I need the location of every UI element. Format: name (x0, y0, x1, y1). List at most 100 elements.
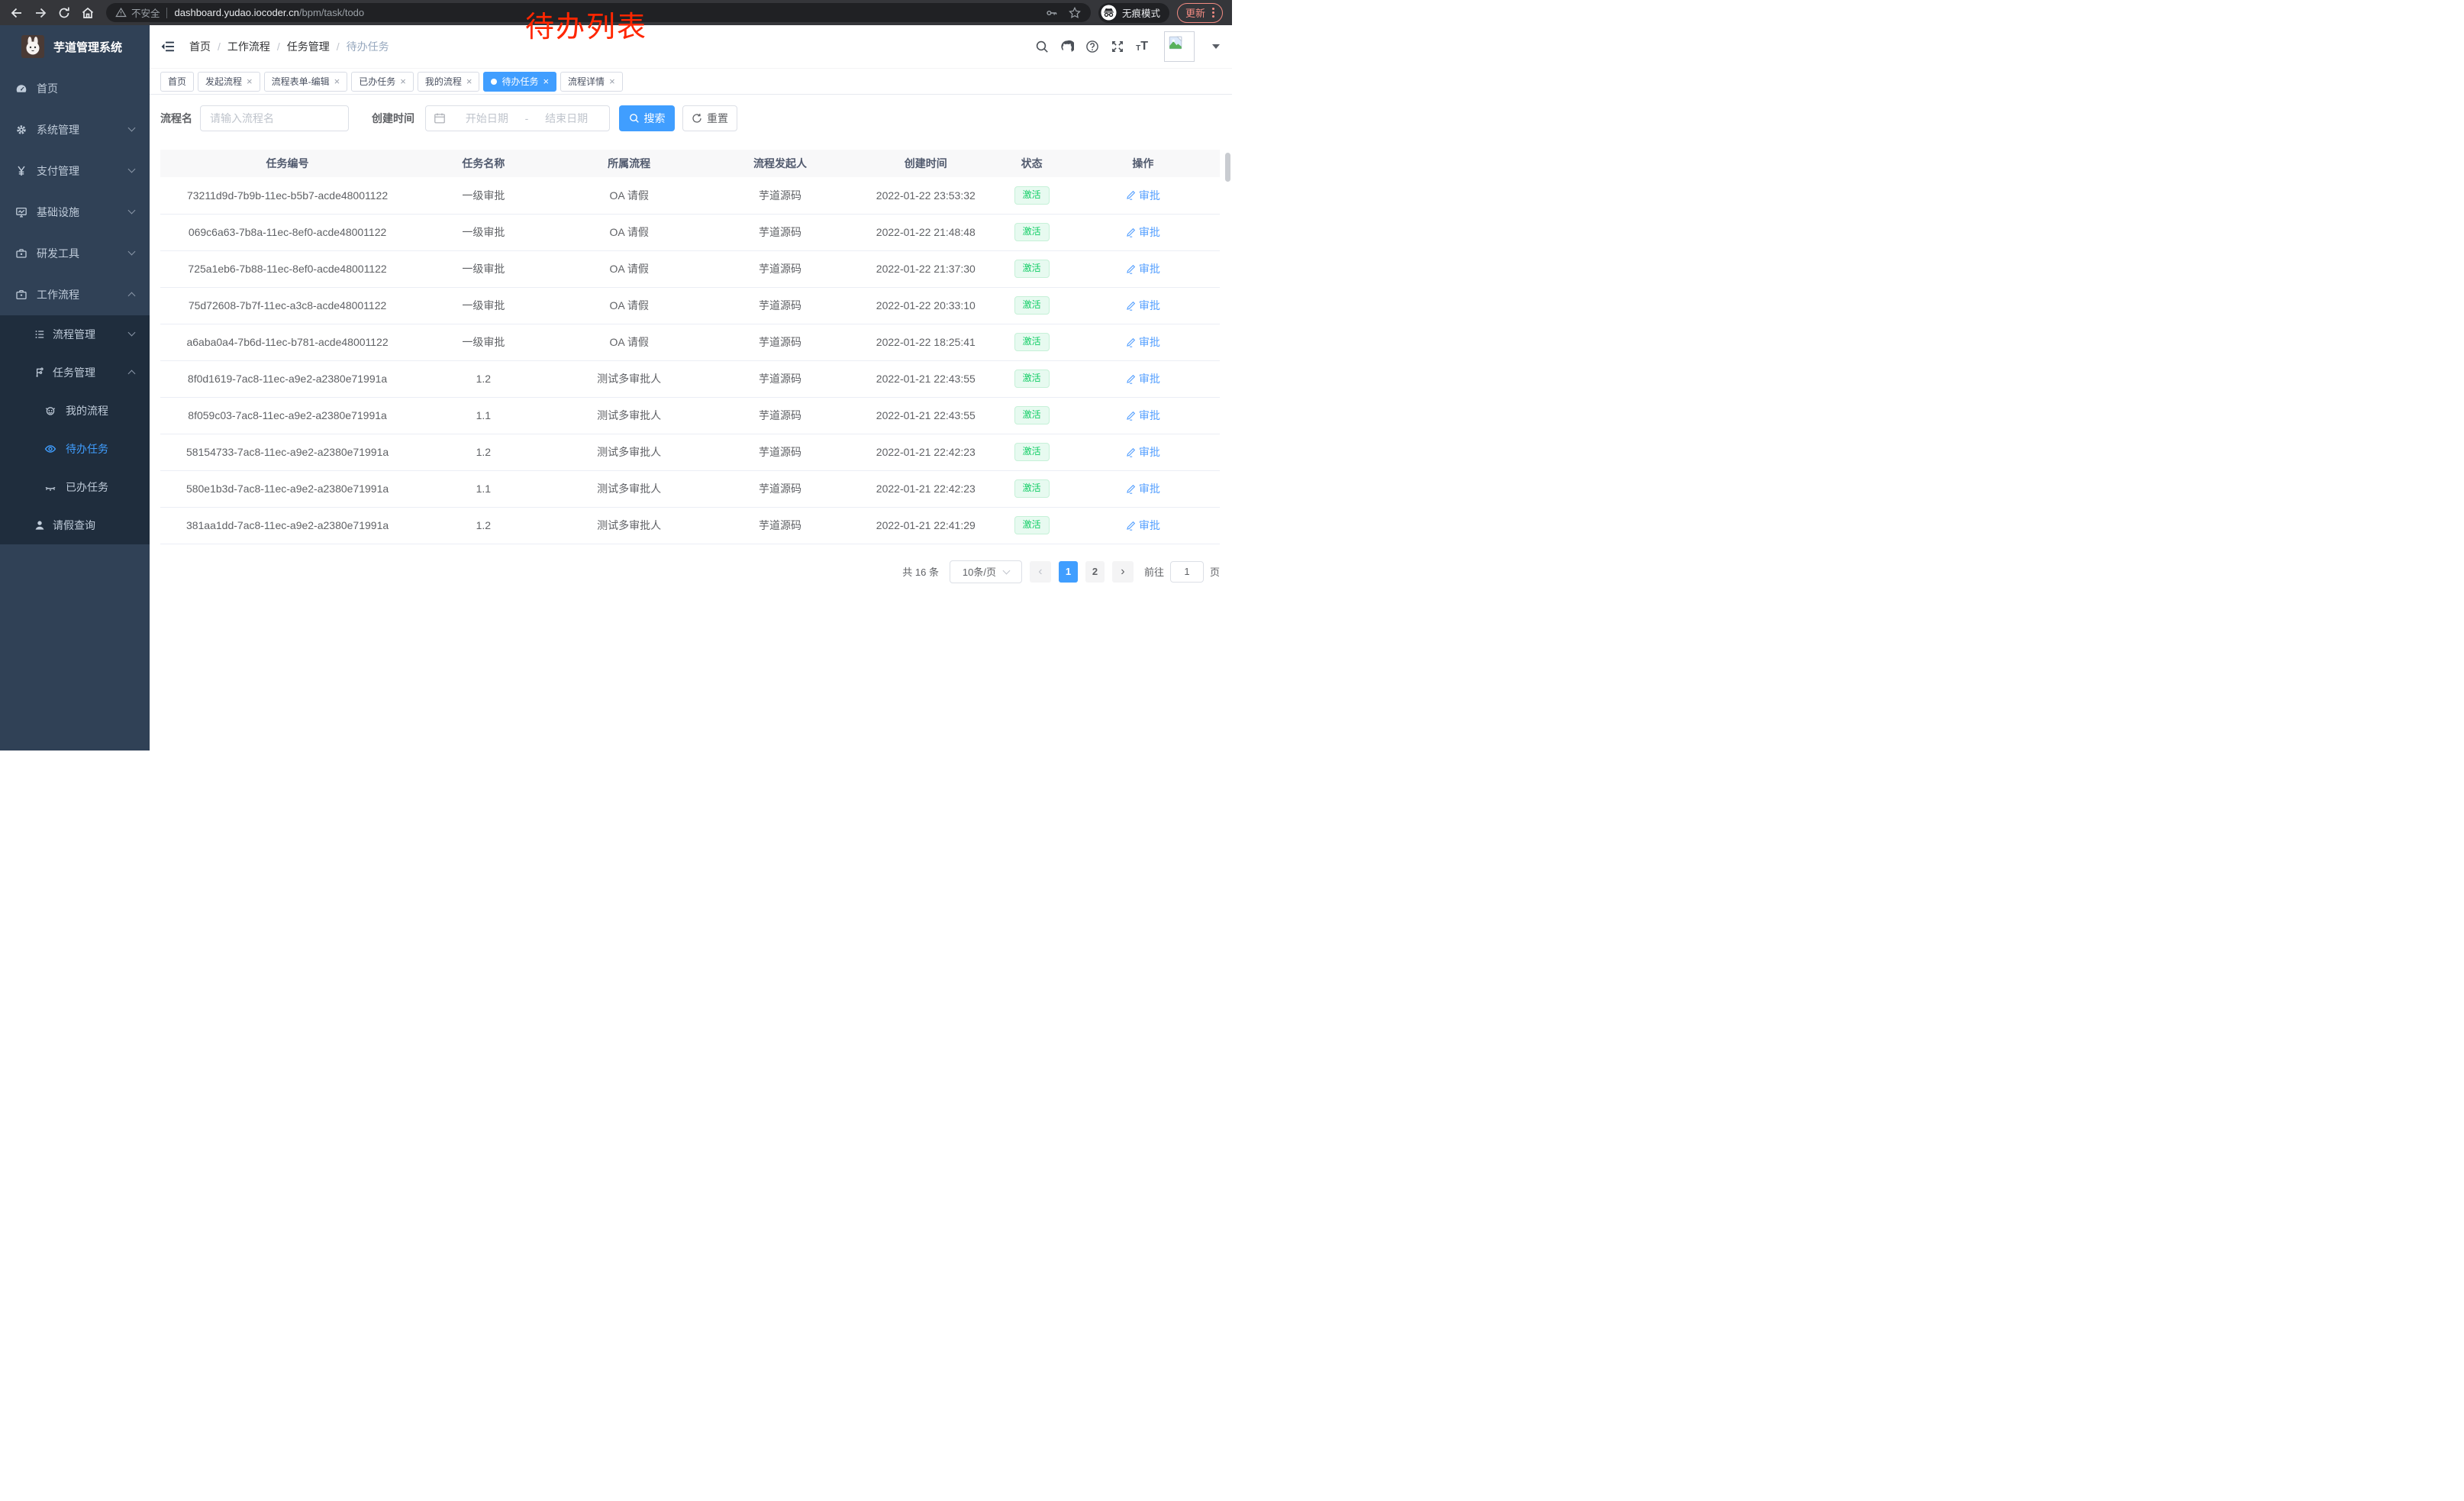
approve-link[interactable]: 审批 (1126, 298, 1160, 313)
page-size-select[interactable]: 10条/页 (950, 560, 1022, 583)
update-label[interactable]: 更新 (1185, 5, 1205, 20)
approve-link[interactable]: 审批 (1126, 188, 1160, 203)
reload-icon[interactable] (56, 5, 72, 21)
sidebar-item-process-management[interactable]: 流程管理 (0, 315, 150, 353)
status-badge: 激活 (1014, 479, 1050, 498)
cell-process: OA 请假 (553, 287, 706, 324)
help-icon[interactable] (1085, 40, 1099, 53)
briefcase-icon (15, 289, 27, 301)
cell-status: 激活 (997, 177, 1066, 214)
prev-page-button[interactable] (1030, 561, 1051, 583)
magnifier-icon (629, 113, 640, 124)
search-icon[interactable] (1035, 40, 1049, 53)
cell-task-id: 8f059c03-7ac8-11ec-a9e2-a2380e71991a (160, 397, 414, 434)
url-host: dashboard.yudao.iocoder.cn (175, 7, 299, 18)
date-end-placeholder[interactable]: 结束日期 (531, 111, 601, 126)
cell-status: 激活 (997, 214, 1066, 250)
breadcrumb-task-management[interactable]: 任务管理 (287, 39, 330, 54)
process-name-label: 流程名 (160, 111, 192, 126)
fullscreen-icon[interactable] (1111, 40, 1124, 53)
cell-actions: 审批 (1066, 470, 1220, 507)
avatar-menu-caret-icon[interactable] (1212, 44, 1220, 49)
security-label[interactable]: 不安全 (131, 5, 160, 20)
close-icon[interactable] (466, 76, 472, 86)
cell-created: 2022-01-22 21:48:48 (854, 214, 997, 250)
avatar[interactable] (1164, 31, 1195, 62)
table-row: 8f059c03-7ac8-11ec-a9e2-a2380e71991a 1.1… (160, 397, 1220, 434)
table-row: 73211d9d-7b9b-11ec-b5b7-acde48001122 一级审… (160, 177, 1220, 214)
collapse-sidebar-icon[interactable] (160, 39, 176, 54)
sidebar-item-payment[interactable]: 支付管理 (0, 150, 150, 192)
approve-link[interactable]: 审批 (1126, 444, 1160, 460)
back-icon[interactable] (9, 5, 24, 21)
close-icon[interactable] (400, 76, 406, 86)
column-task-id: 任务编号 (160, 150, 414, 177)
cell-starter: 芋道源码 (706, 250, 854, 287)
sidebar-item-todo-tasks[interactable]: 待办任务 (0, 430, 150, 468)
approve-link[interactable]: 审批 (1126, 408, 1160, 423)
tab-process-form-edit[interactable]: 流程表单-编辑 (264, 72, 348, 92)
workflow-submenu: 流程管理 任务管理 我的流程 待办任务 (0, 315, 150, 544)
status-badge: 激活 (1014, 516, 1050, 534)
forward-icon[interactable] (33, 5, 48, 21)
page-button-2[interactable]: 2 (1085, 561, 1105, 583)
process-name-input[interactable] (200, 105, 349, 131)
cell-status: 激活 (997, 324, 1066, 360)
table-row: 58154733-7ac8-11ec-a9e2-a2380e71991a 1.2… (160, 434, 1220, 470)
password-key-icon[interactable] (1045, 6, 1059, 20)
browser-menu-icon[interactable] (1212, 8, 1214, 18)
sidebar-item-infrastructure[interactable]: 基础设施 (0, 192, 150, 233)
sidebar-item-my-process[interactable]: 我的流程 (0, 392, 150, 430)
page-scrollbar[interactable] (1225, 153, 1230, 182)
browser-update-button[interactable]: 更新 (1177, 3, 1223, 23)
eye-icon (44, 443, 56, 455)
page-button-1[interactable]: 1 (1059, 561, 1078, 583)
close-icon[interactable] (543, 76, 549, 86)
bookmark-star-icon[interactable] (1068, 6, 1082, 20)
status-badge: 激活 (1014, 186, 1050, 205)
cell-process: 测试多审批人 (553, 470, 706, 507)
tab-todo-tasks[interactable]: 待办任务 (483, 72, 556, 92)
home-icon[interactable] (80, 5, 95, 21)
date-start-placeholder[interactable]: 开始日期 (452, 111, 522, 126)
approve-link[interactable]: 审批 (1126, 481, 1160, 496)
tab-done-tasks[interactable]: 已办任务 (351, 72, 414, 92)
cell-task-id: 069c6a63-7b8a-11ec-8ef0-acde48001122 (160, 214, 414, 250)
close-icon[interactable] (247, 76, 253, 86)
close-icon[interactable] (334, 76, 340, 86)
approve-link[interactable]: 审批 (1126, 224, 1160, 240)
status-badge: 激活 (1014, 406, 1050, 424)
sidebar-item-label: 请假查询 (53, 518, 95, 533)
search-button[interactable]: 搜索 (619, 105, 675, 131)
sidebar-item-dev-tools[interactable]: 研发工具 (0, 233, 150, 274)
tab-my-process[interactable]: 我的流程 (418, 72, 480, 92)
reset-button[interactable]: 重置 (682, 105, 737, 131)
approve-link[interactable]: 审批 (1126, 334, 1160, 350)
sidebar-item-label: 支付管理 (37, 163, 79, 179)
github-icon[interactable] (1060, 40, 1074, 53)
cell-actions: 审批 (1066, 397, 1220, 434)
sidebar-item-workflow[interactable]: 工作流程 (0, 274, 150, 315)
sidebar-item-leave-query[interactable]: 请假查询 (0, 506, 150, 544)
table-row: a6aba0a4-7b6d-11ec-b781-acde48001122 一级审… (160, 324, 1220, 360)
breadcrumb-home[interactable]: 首页 (189, 39, 211, 54)
approve-link[interactable]: 审批 (1126, 518, 1160, 533)
approve-link[interactable]: 审批 (1126, 371, 1160, 386)
status-badge: 激活 (1014, 296, 1050, 315)
sidebar-item-system[interactable]: 系统管理 (0, 109, 150, 150)
tab-process-detail[interactable]: 流程详情 (560, 72, 623, 92)
approve-link[interactable]: 审批 (1126, 261, 1160, 276)
sidebar-item-task-management[interactable]: 任务管理 (0, 353, 150, 392)
sidebar-item-done-tasks[interactable]: 已办任务 (0, 468, 150, 506)
date-range-picker[interactable]: 开始日期 - 结束日期 (425, 105, 610, 131)
goto-page-input[interactable] (1170, 561, 1204, 583)
close-icon[interactable] (609, 76, 615, 86)
breadcrumb-workflow[interactable]: 工作流程 (227, 39, 270, 54)
tab-start-process[interactable]: 发起流程 (198, 72, 260, 92)
sidebar-item-label: 研发工具 (37, 246, 79, 261)
next-page-button[interactable] (1112, 561, 1134, 583)
font-size-icon[interactable]: TT (1136, 40, 1148, 53)
sidebar-item-home[interactable]: 首页 (0, 68, 150, 109)
sidebar-item-label: 任务管理 (53, 365, 95, 380)
tab-home[interactable]: 首页 (160, 72, 194, 92)
